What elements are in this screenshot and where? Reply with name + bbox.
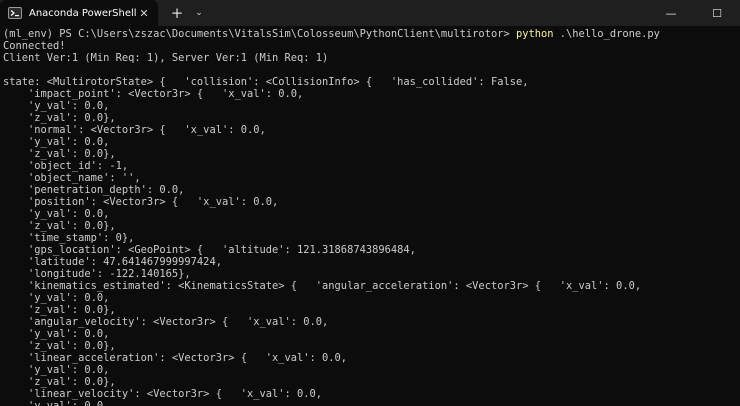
- terminal-output[interactable]: (ml_env) PS C:\Users\zszac\Documents\Vit…: [0, 27, 740, 406]
- output-line: 'z_val': 0.0},: [3, 112, 116, 124]
- chevron-down-icon[interactable]: ⌄: [188, 0, 210, 26]
- output-line: 'y_val': 0.0,: [3, 100, 110, 112]
- output-line: 'y_val': 0.0,: [3, 208, 110, 220]
- maximize-button[interactable]: ☐: [694, 0, 740, 26]
- output-line: Connected!: [3, 40, 66, 52]
- output-line: 'object_id': -1,: [3, 160, 129, 172]
- title-bar: Anaconda PowerShell Prompt ✕ + ⌄ — ☐: [0, 0, 740, 26]
- output-line: 'y_val': 0.0,: [3, 400, 110, 406]
- powershell-icon: [8, 7, 22, 19]
- prompt-text: (ml_env) PS C:\Users\zszac\Documents\Vit…: [3, 28, 516, 40]
- output-line: 'longitude': -122.140165},: [3, 268, 191, 280]
- terminal-tab[interactable]: Anaconda PowerShell Prompt ✕: [0, 0, 158, 26]
- output-lines: Connected! Client Ver:1 (Min Req: 1), Ser…: [3, 40, 740, 406]
- minimize-button[interactable]: —: [648, 0, 694, 26]
- output-line: 'position': <Vector3r> { 'x_val': 0.0,: [3, 196, 279, 208]
- output-line: 'z_val': 0.0},: [3, 376, 116, 388]
- output-line: 'gps_location': <GeoPoint> { 'altitude':…: [3, 244, 416, 256]
- output-line: 'linear_velocity': <Vector3r> { 'x_val':…: [3, 388, 323, 400]
- output-line: 'impact_point': <Vector3r> { 'x_val': 0.…: [3, 88, 304, 100]
- output-line: 'time_stamp': 0},: [3, 232, 135, 244]
- output-line: 'latitude': 47.641467999997424,: [3, 256, 222, 268]
- output-line: 'z_val': 0.0},: [3, 220, 116, 232]
- output-line: 'z_val': 0.0},: [3, 148, 116, 160]
- output-line: Client Ver:1 (Min Req: 1), Server Ver:1 …: [3, 52, 329, 64]
- output-line: 'y_val': 0.0,: [3, 328, 110, 340]
- command-args: .\hello_drone.py: [553, 28, 660, 40]
- output-line: 'y_val': 0.0,: [3, 364, 110, 376]
- output-line: state: <MultirotorState> { 'collision': …: [3, 76, 529, 88]
- output-line: 'angular_velocity': <Vector3r> { 'x_val'…: [3, 316, 329, 328]
- output-line: 'z_val': 0.0},: [3, 340, 116, 352]
- output-line: 'kinematics_estimated': <KinematicsState…: [3, 280, 642, 292]
- tab-title: Anaconda PowerShell Prompt: [29, 7, 136, 19]
- prompt-line: (ml_env) PS C:\Users\zszac\Documents\Vit…: [3, 28, 740, 40]
- output-line: 'y_val': 0.0,: [3, 136, 110, 148]
- output-line: 'y_val': 0.0,: [3, 292, 110, 304]
- new-tab-button[interactable]: +: [166, 0, 188, 26]
- output-line: 'object_name': '',: [3, 172, 141, 184]
- output-line: 'z_val': 0.0},: [3, 304, 116, 316]
- close-tab-icon[interactable]: ✕: [136, 5, 152, 21]
- command-text: python: [515, 28, 554, 40]
- output-line: 'normal': <Vector3r> { 'x_val': 0.0,: [3, 124, 266, 136]
- output-line: 'penetration_depth': 0.0,: [3, 184, 185, 196]
- output-line: 'linear_acceleration': <Vector3r> { 'x_v…: [3, 352, 348, 364]
